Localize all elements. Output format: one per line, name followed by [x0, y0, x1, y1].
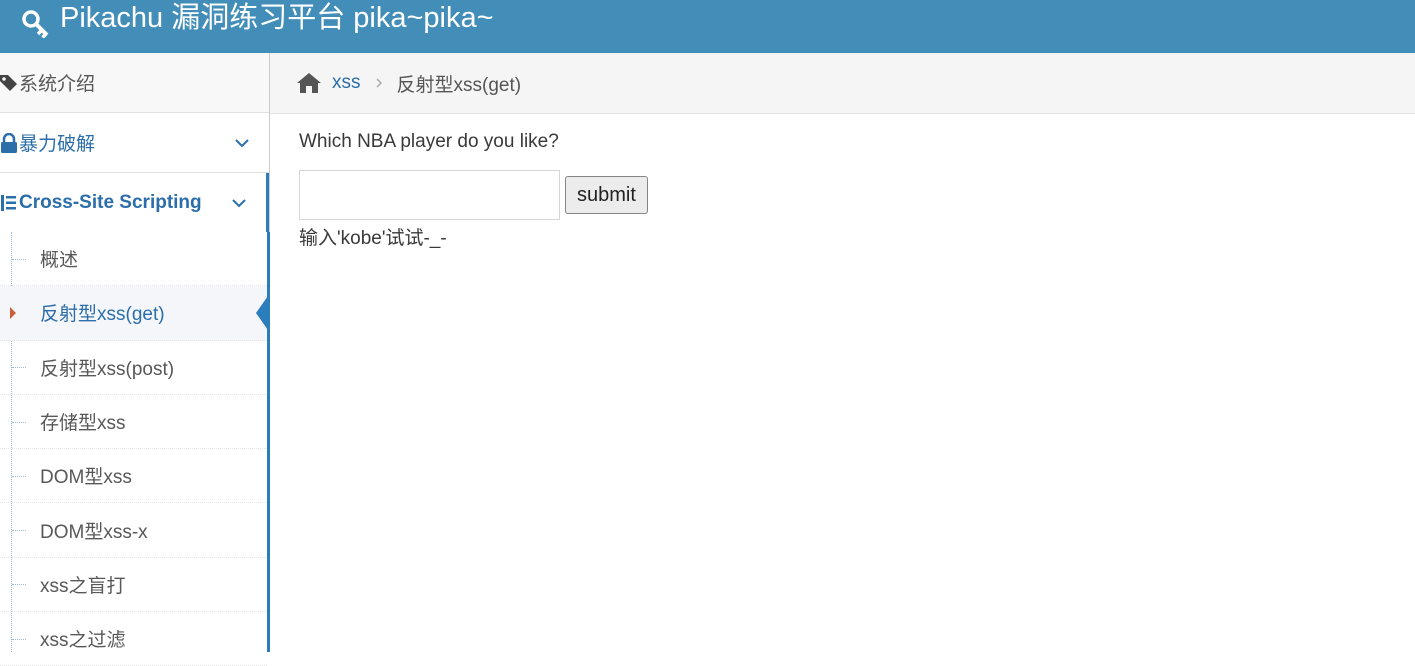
submenu-item-reflected-get[interactable]: 反射型xss(get) [0, 286, 270, 341]
submenu-item-label: 反射型xss(post) [40, 358, 175, 380]
search-form: submit [299, 170, 1399, 220]
chevron-down-icon[interactable] [230, 194, 248, 212]
tags-icon [0, 73, 19, 93]
chevron-down-icon[interactable] [233, 134, 251, 152]
submenu-item-filter[interactable]: xss之过滤 [0, 612, 267, 666]
submenu-item-overview[interactable]: 概述 [0, 232, 267, 287]
breadcrumb: xss 反射型xss(get) [270, 53, 1415, 114]
xss-submenu: 概述 反射型xss(get) 反射型xss(post) 存储型xss DOM型x… [0, 232, 270, 666]
sidebar-item-xss[interactable]: Cross-Site Scripting [0, 173, 269, 233]
key-icon [20, 9, 52, 38]
sidebar-item-label: 暴力破解 [19, 134, 96, 155]
submenu-item-dom-x[interactable]: DOM型xss-x [0, 503, 267, 558]
sidebar-item-intro[interactable]: 系统介绍 [0, 53, 269, 113]
submenu-item-stored[interactable]: 存储型xss [0, 395, 267, 450]
submenu-item-dom[interactable]: DOM型xss [0, 449, 267, 504]
list-icon [0, 193, 19, 213]
home-icon[interactable] [296, 71, 322, 95]
sidebar-item-label: 系统介绍 [19, 74, 96, 95]
submenu-item-label: 存储型xss [40, 413, 126, 435]
sidebar-item-label: Cross-Site Scripting [19, 191, 202, 213]
brand-title[interactable]: Pikachu 漏洞练习平台 pika~pika~ [60, 4, 494, 33]
sidebar-item-brute-force[interactable]: 暴力破解 [0, 113, 269, 173]
submit-button[interactable]: submit [565, 176, 648, 214]
submenu-item-blind[interactable]: xss之盲打 [0, 558, 267, 613]
sidebar: 系统介绍 暴力破解 Cross-Site Scripting 概述 反射型xss… [0, 53, 270, 666]
chevron-right-icon [373, 77, 385, 89]
caret-right-icon [10, 306, 16, 319]
breadcrumb-link-xss[interactable]: xss [332, 72, 361, 94]
submenu-item-reflected-post[interactable]: 反射型xss(post) [0, 341, 267, 395]
submenu-item-label: DOM型xss-x [40, 521, 148, 543]
breadcrumb-current: 反射型xss(get) [396, 74, 522, 96]
main-content: Which NBA player do you like? submit 输入'… [299, 128, 1399, 250]
submenu-item-label: 概述 [40, 250, 79, 272]
player-input[interactable] [299, 170, 560, 220]
hint-text: 输入'kobe'试试-_- [299, 228, 447, 249]
submenu-item-label: DOM型xss [40, 467, 132, 489]
submenu-item-label: xss之过滤 [40, 630, 126, 652]
top-navbar: Pikachu 漏洞练习平台 pika~pika~ [0, 0, 1415, 53]
submenu-item-label: xss之盲打 [40, 575, 126, 597]
submenu-item-label: 反射型xss(get) [40, 304, 165, 326]
active-indicator-icon [256, 292, 270, 333]
lock-icon [0, 132, 19, 153]
question-text: Which NBA player do you like? [299, 131, 559, 152]
